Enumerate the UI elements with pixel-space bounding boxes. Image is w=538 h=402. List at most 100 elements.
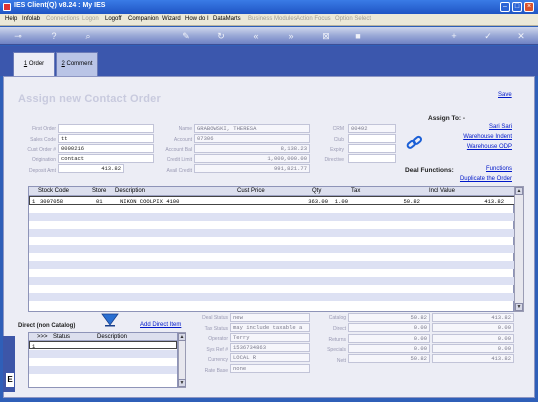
cell-store: 01 bbox=[96, 198, 103, 205]
col-direct-description[interactable]: Description bbox=[97, 334, 127, 340]
expiry-field[interactable] bbox=[348, 144, 396, 153]
scroll-up-icon[interactable]: ▲ bbox=[515, 187, 523, 195]
sales-code-label: Sales Code bbox=[30, 137, 56, 143]
direct-label: Direct bbox=[332, 326, 346, 332]
col-description[interactable]: Description bbox=[115, 188, 145, 194]
col-incl-value[interactable]: Incl Value bbox=[429, 188, 455, 194]
col-qty[interactable]: Qty bbox=[312, 188, 321, 194]
empty-row[interactable] bbox=[29, 205, 515, 213]
direct-grid-scrollbar[interactable]: ▲ ▼ bbox=[178, 332, 186, 388]
tab-order-num: 1 bbox=[23, 61, 28, 67]
last-icon[interactable]: » bbox=[285, 30, 297, 42]
tab-comment-label: Comment bbox=[66, 61, 93, 67]
assign-warehouse-indent-link[interactable]: Warehouse Indent bbox=[430, 134, 512, 140]
menu-datamarts[interactable]: DataMarts bbox=[213, 16, 241, 22]
tab-order[interactable]: 1 Order bbox=[13, 52, 55, 76]
table-row[interactable]: 1 3007058 01 NIKON COOLPIX 4100 363.00 1… bbox=[29, 196, 515, 205]
minimize-button[interactable]: – bbox=[500, 2, 510, 12]
empty-row[interactable] bbox=[29, 261, 515, 269]
empty-row[interactable] bbox=[29, 285, 515, 293]
empty-row[interactable] bbox=[29, 253, 515, 261]
empty-row[interactable] bbox=[29, 237, 515, 245]
row-number: 1 bbox=[32, 198, 36, 205]
tab-order-label: Order bbox=[28, 61, 45, 67]
add-icon[interactable]: + bbox=[448, 30, 460, 42]
empty-row[interactable] bbox=[29, 301, 515, 309]
tab-comment-num: 2 bbox=[61, 61, 65, 67]
stop-icon[interactable]: ■ bbox=[352, 30, 364, 42]
tab-comment[interactable]: 2 Comment bbox=[56, 52, 98, 76]
menu-logon[interactable]: Logon bbox=[82, 16, 99, 22]
sales-code-field[interactable]: tt bbox=[58, 134, 154, 143]
origination-field[interactable]: contact bbox=[58, 154, 154, 163]
cell-stock-code: 3007058 bbox=[40, 198, 64, 205]
col-status[interactable]: Status bbox=[53, 334, 70, 340]
menu-how-do-i[interactable]: How do I bbox=[185, 16, 209, 22]
new-icon[interactable]: ✎ bbox=[180, 30, 192, 42]
search-icon[interactable]: ⌕ bbox=[82, 30, 94, 42]
cell-tax: 50.82 bbox=[403, 198, 420, 205]
menu-infolab[interactable]: Infolab bbox=[22, 16, 40, 22]
scroll-down-icon[interactable]: ▼ bbox=[178, 379, 186, 387]
refresh-icon[interactable]: ↻ bbox=[215, 30, 227, 42]
col-stock-code[interactable]: Stock Code bbox=[38, 188, 69, 194]
table-row[interactable]: 1 bbox=[29, 341, 177, 350]
add-direct-item-link[interactable]: Add Direct Item bbox=[140, 322, 181, 328]
menu-wizard[interactable]: Wizard bbox=[162, 16, 181, 22]
nett-total-field: 413.82 bbox=[432, 354, 514, 363]
close-button[interactable]: × bbox=[524, 2, 534, 12]
menu-connections[interactable]: Connections bbox=[46, 16, 79, 22]
menu-business-modules[interactable]: Business Modules bbox=[248, 16, 297, 22]
first-order-label: First Order bbox=[32, 126, 56, 132]
col-tax[interactable]: Tax bbox=[351, 188, 360, 194]
empty-row[interactable] bbox=[29, 245, 515, 253]
cust-order-field[interactable]: 0000216 bbox=[58, 144, 154, 153]
menu-companion[interactable]: Companion bbox=[128, 16, 159, 22]
empty-row[interactable] bbox=[29, 277, 515, 285]
returns-label: Returns bbox=[328, 337, 346, 343]
scroll-up-icon[interactable]: ▲ bbox=[178, 333, 186, 341]
assign-warehouse-odp-link[interactable]: Warehouse ODP bbox=[430, 144, 512, 150]
specials-label: Specials bbox=[327, 347, 346, 353]
col-store[interactable]: Store bbox=[92, 188, 106, 194]
assign-sari-sari-link[interactable]: Sari Sari bbox=[440, 124, 512, 130]
cell-qty: 1.00 bbox=[334, 198, 348, 205]
maximize-button[interactable]: □ bbox=[512, 2, 522, 12]
crm-label: CRM bbox=[332, 126, 344, 132]
delete-icon[interactable]: ⊠ bbox=[320, 30, 332, 42]
menu-logoff[interactable]: Logoff bbox=[105, 16, 122, 22]
menu-action-focus[interactable]: Action Focus bbox=[296, 16, 331, 22]
empty-row[interactable] bbox=[29, 374, 177, 382]
empty-row[interactable] bbox=[29, 293, 515, 301]
save-link[interactable]: Save bbox=[498, 92, 512, 98]
credit-limit-label: Credit Limit bbox=[166, 157, 192, 163]
empty-row[interactable] bbox=[29, 358, 177, 366]
empty-row[interactable] bbox=[29, 366, 177, 374]
grid-scrollbar[interactable]: ▲ ▼ bbox=[514, 186, 524, 312]
empty-row[interactable] bbox=[29, 221, 515, 229]
menu-option-select[interactable]: Option Select bbox=[335, 16, 371, 22]
origination-label: Origination bbox=[31, 157, 56, 163]
empty-row[interactable] bbox=[29, 213, 515, 221]
empty-row[interactable] bbox=[29, 350, 177, 358]
menu-help[interactable]: Help bbox=[5, 16, 17, 22]
deposit-amt-field[interactable]: 413.82 bbox=[58, 164, 124, 173]
functions-link[interactable]: Functions bbox=[440, 166, 512, 172]
help-icon[interactable]: ? bbox=[48, 30, 60, 42]
col-cust-price[interactable]: Cust Price bbox=[237, 188, 265, 194]
row-number: 1 bbox=[32, 343, 36, 350]
empty-row[interactable] bbox=[29, 269, 515, 277]
key-icon[interactable]: ⊸ bbox=[8, 30, 28, 42]
deposit-amt-label: Deposit Amt bbox=[29, 168, 56, 174]
duplicate-order-link[interactable]: Duplicate the Order bbox=[420, 176, 512, 182]
first-order-field[interactable] bbox=[58, 124, 154, 133]
nett-label: Nett bbox=[336, 358, 346, 364]
scroll-down-icon[interactable]: ▼ bbox=[515, 303, 523, 311]
confirm-icon[interactable]: ✓ bbox=[482, 30, 494, 42]
club-field[interactable] bbox=[348, 134, 396, 143]
directive-field[interactable] bbox=[348, 154, 396, 163]
empty-row[interactable] bbox=[29, 229, 515, 237]
first-icon[interactable]: « bbox=[250, 30, 262, 42]
cancel-icon[interactable]: ✕ bbox=[515, 30, 527, 42]
operator-field: Terry bbox=[230, 333, 310, 342]
